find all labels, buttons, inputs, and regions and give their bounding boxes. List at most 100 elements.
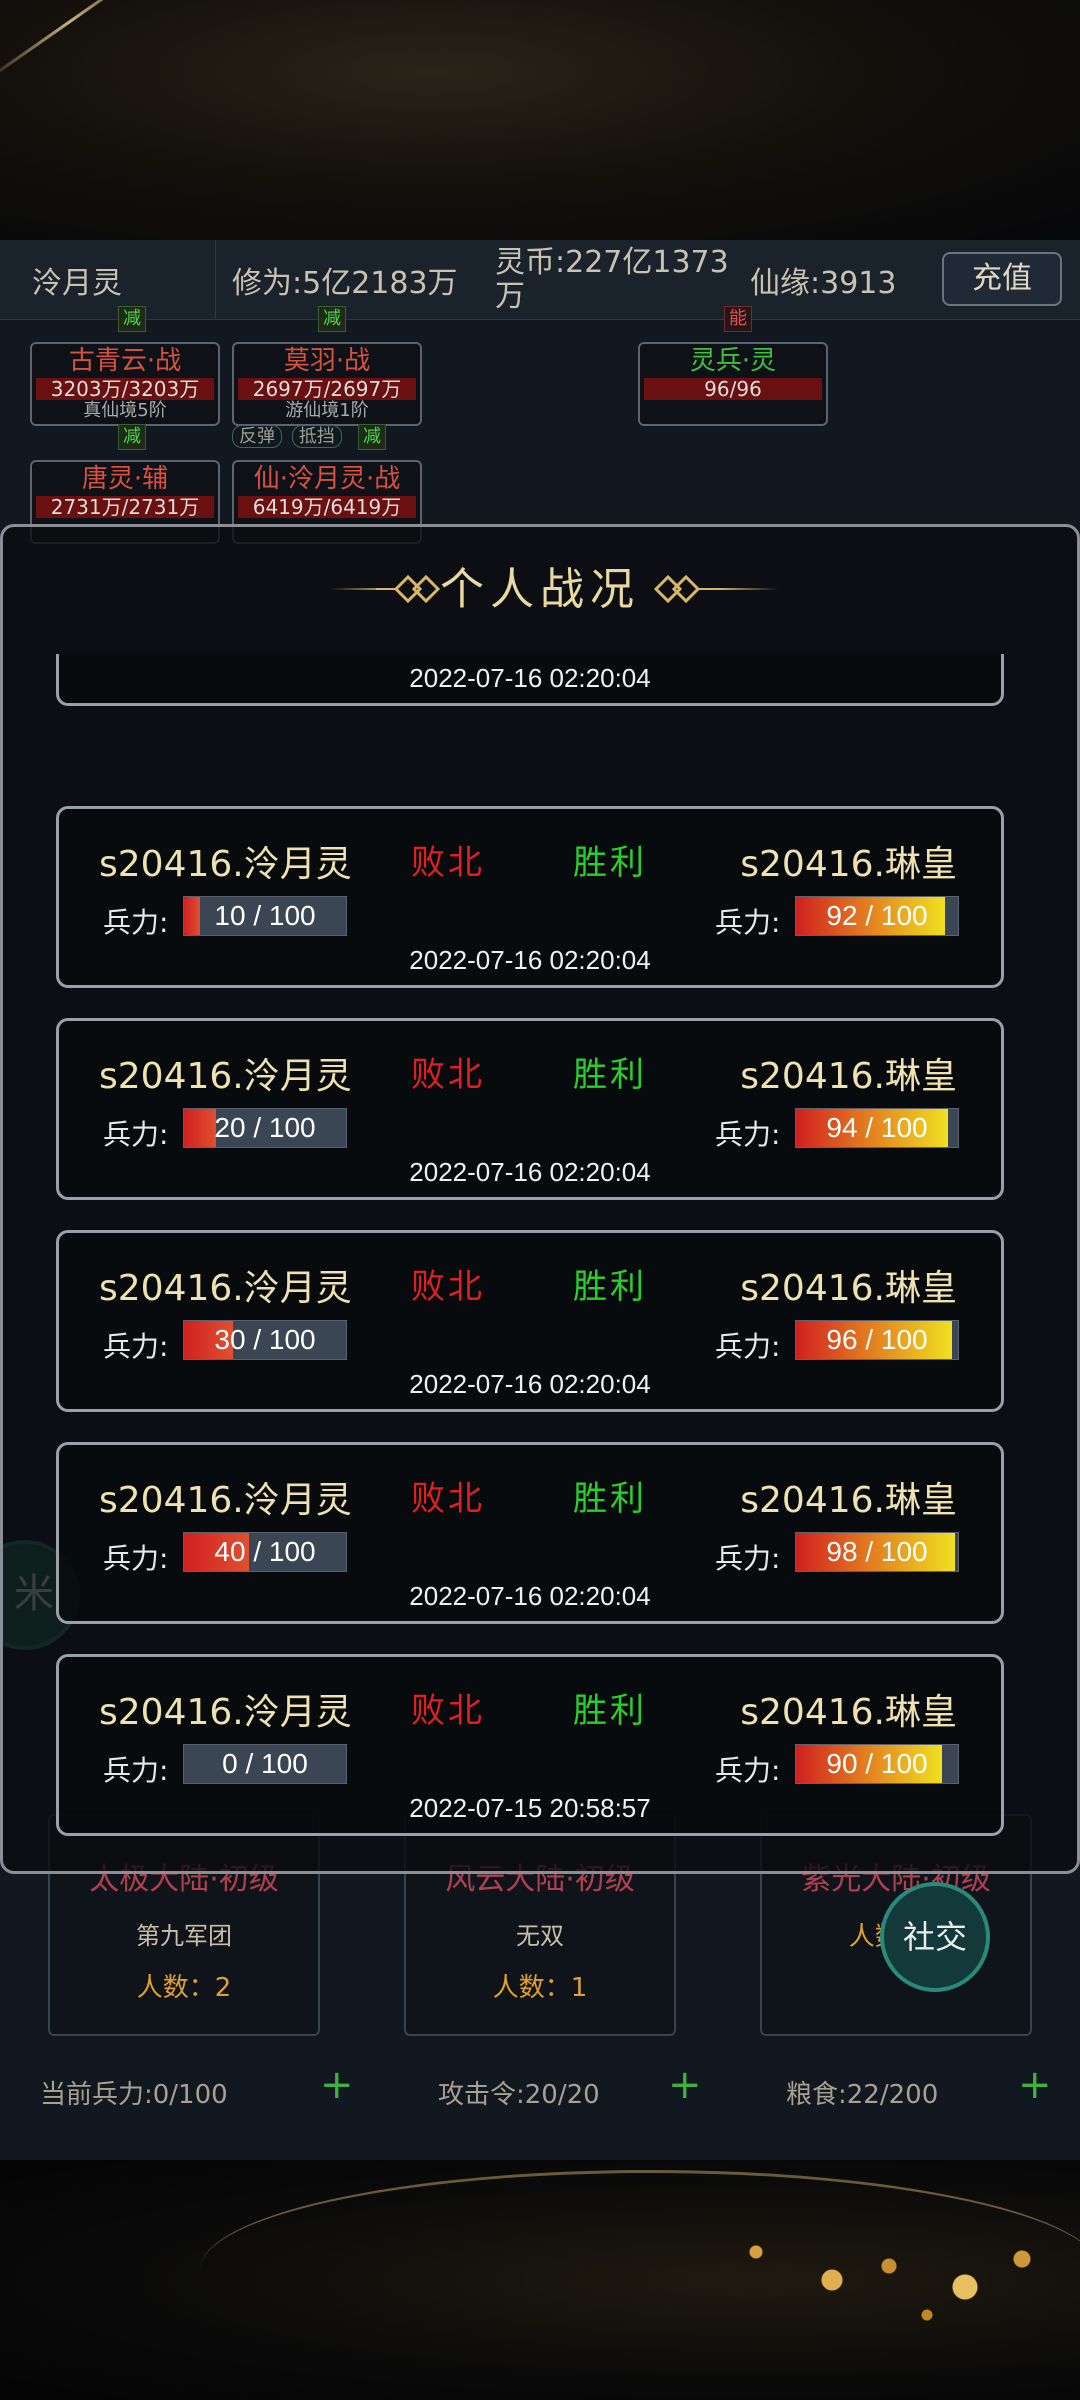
battle-time: 2022-07-16 02:20:04: [409, 945, 651, 975]
attacker-troop-label: 兵力:: [103, 654, 168, 659]
light-streak: [0, 0, 161, 86]
attacker-troop-text: 0 / 100: [222, 1748, 308, 1779]
battle-time: 2022-07-16 02:20:04: [409, 1369, 651, 1399]
result-win: 胜利: [573, 1691, 647, 1731]
dialog-title: 个人战况: [440, 564, 640, 615]
territory-group: 第九军团: [136, 1922, 232, 1950]
title-line-right: [718, 588, 778, 590]
hero-hp: 96/96: [644, 378, 822, 400]
hero-card[interactable]: 灵兵·灵 96/96: [638, 342, 828, 426]
result-win: 胜利: [573, 843, 647, 883]
recharge-button[interactable]: 充值: [942, 252, 1062, 306]
attacker-troop-text: 40 / 100: [214, 1536, 316, 1567]
battle-record: s20416.泠月灵败北胜利s20416.琳皇兵力:0 / 100兵力:90 /…: [56, 1654, 1004, 1836]
hero-badge: 减: [318, 306, 346, 332]
result-lose: 败北: [411, 1691, 485, 1731]
defender-troop-text: 98 / 100: [826, 1536, 928, 1567]
hero-hp: 2731万/2731万: [36, 496, 214, 518]
tag-block: 抵挡: [291, 425, 342, 448]
battle-record: s20416.泠月灵 败北 胜利 s20416.琳皇 兵力: 40 / 100 兵力: 98 …: [56, 1442, 1004, 1624]
defender-troop-label: 兵力:: [715, 1754, 781, 1787]
attacker-troop-label: 兵力:: [103, 1118, 169, 1151]
attack-stat: 攻击令:20/20: [438, 2080, 600, 2110]
attacker-troop-bar: 40 / 100: [183, 1532, 347, 1572]
defender-troop-bar: 90 / 100: [795, 1744, 959, 1784]
hero-tags: 反弹 抵挡: [232, 422, 342, 448]
hero-badge: 减: [358, 424, 386, 450]
attacker-troop-bar: 10 / 100: [183, 896, 347, 936]
hero-name: 古青云·战: [68, 346, 182, 376]
fate-value: 仙缘:3913: [750, 265, 897, 301]
hero-name: 唐灵·辅: [81, 464, 169, 494]
defender-troop-label: 兵力:: [715, 906, 781, 939]
battle-time: 2022-07-16 02:20:04: [409, 1157, 651, 1187]
result-win: 胜利: [573, 1055, 647, 1095]
add-troops-button[interactable]: +: [320, 2062, 354, 2108]
defender-troop-label: 兵力:: [715, 654, 780, 659]
resource-footer: 当前兵力:0/100 + 攻击令:20/20 + 粮食:22/200 +: [0, 2060, 1080, 2120]
battle-record-list[interactable]: s20416.泠月灵败北胜利s20416.琳皇兵力:0 / 100兵力:90 /…: [56, 654, 1006, 1854]
battle-time: 2022-07-16 02:20:04: [409, 663, 651, 693]
defender-troop-bar: 92 / 100: [795, 896, 959, 936]
defender-name: s20416.琳皇: [740, 1692, 957, 1733]
battle-record: s20416.泠月灵 败北 胜利 s20416.琳皇 兵力: 30 / 100 兵力: 96 …: [56, 1230, 1004, 1412]
attacker-troop-label: 兵力:: [103, 906, 169, 939]
hero-badge: 减: [118, 306, 146, 332]
hero-name: 仙·泠月灵·战: [253, 464, 401, 494]
result-lose: 败北: [411, 843, 485, 883]
defender-troop-text: 94 / 100: [826, 1112, 928, 1143]
tag-reflect: 反弹: [232, 425, 282, 448]
attacker-name: s20416.泠月灵: [99, 844, 352, 885]
result-lose: 败北: [411, 1055, 485, 1095]
hero-hp: 3203万/3203万: [36, 378, 214, 400]
add-food-button[interactable]: +: [1018, 2062, 1052, 2108]
player-name: 泠月灵: [32, 265, 122, 301]
add-attack-button[interactable]: +: [668, 2062, 702, 2108]
defender-troop-bar: 96 / 100: [795, 1320, 959, 1360]
defender-troop-label: 兵力:: [715, 1330, 781, 1363]
hero-stage: 游仙境1阶: [285, 400, 369, 421]
hero-stage: 真仙境5阶: [83, 400, 167, 421]
attacker-name: s20416.泠月灵: [99, 1480, 352, 1521]
hero-card[interactable]: 古青云·战 3203万/3203万 真仙境5阶: [30, 342, 220, 426]
gold-splash-decoration: [680, 2210, 1060, 2350]
defender-troop-label: 兵力:: [715, 1118, 781, 1151]
attacker-name: s20416.泠月灵: [99, 1056, 352, 1097]
status-bar: 泠月灵 修为:5亿2183万 灵币:227亿1373万 仙缘:3913 充值: [0, 240, 1080, 320]
attacker-troop-bar: 0 / 100: [183, 1744, 347, 1784]
attacker-troop-bar: 20 / 100: [183, 1108, 347, 1148]
social-button[interactable]: 社交: [880, 1882, 990, 1992]
defender-troop-text: 90 / 100: [826, 1748, 928, 1779]
defender-troop-text: 96 / 100: [826, 1324, 928, 1355]
hero-card[interactable]: 莫羽·战 2697万/2697万 游仙境1阶: [232, 342, 422, 426]
hero-name: 莫羽·战: [283, 346, 371, 376]
cultivation-value: 修为:5亿2183万: [232, 265, 458, 301]
battle-record: s20416.泠月灵败北胜利s20416.琳皇兵力:0 / 100兵力:90 /…: [56, 654, 1004, 706]
battle-time: 2022-07-16 02:20:04: [409, 1581, 651, 1611]
attacker-troop-bar: 30 / 100: [183, 1320, 347, 1360]
spirit-coin-value: 灵币:227亿1373万: [495, 244, 729, 314]
troops-stat: 当前兵力:0/100: [40, 2080, 228, 2110]
territory-group: 无双: [516, 1922, 564, 1950]
attacker-troop-label: 兵力:: [103, 1754, 169, 1787]
attacker-troop-text: 10 / 100: [214, 900, 316, 931]
attacker-troop-text: 30 / 100: [214, 1324, 316, 1355]
defender-name: s20416.琳皇: [740, 1056, 957, 1097]
divider: [215, 240, 216, 320]
hero-hp: 2697万/2697万: [238, 378, 416, 400]
defender-name: s20416.琳皇: [740, 844, 957, 885]
attacker-troop-text: 20 / 100: [214, 1112, 316, 1143]
attacker-troop-label: 兵力:: [103, 1542, 169, 1575]
attacker-name: s20416.泠月灵: [99, 1268, 352, 1309]
top-background: [0, 0, 1080, 240]
result-win: 胜利: [573, 1479, 647, 1519]
attacker-troop-label: 兵力:: [103, 1330, 169, 1363]
hero-badge: 能: [724, 306, 752, 332]
defender-troop-bar: 98 / 100: [795, 1532, 959, 1572]
hero-hp: 6419万/6419万: [238, 496, 416, 518]
battle-time: 2022-07-15 20:58:57: [409, 1793, 651, 1823]
food-stat: 粮食:22/200: [786, 2080, 939, 2110]
hero-badge: 减: [118, 424, 146, 450]
defender-name: s20416.琳皇: [740, 1268, 957, 1309]
defender-troop-label: 兵力:: [715, 1542, 781, 1575]
